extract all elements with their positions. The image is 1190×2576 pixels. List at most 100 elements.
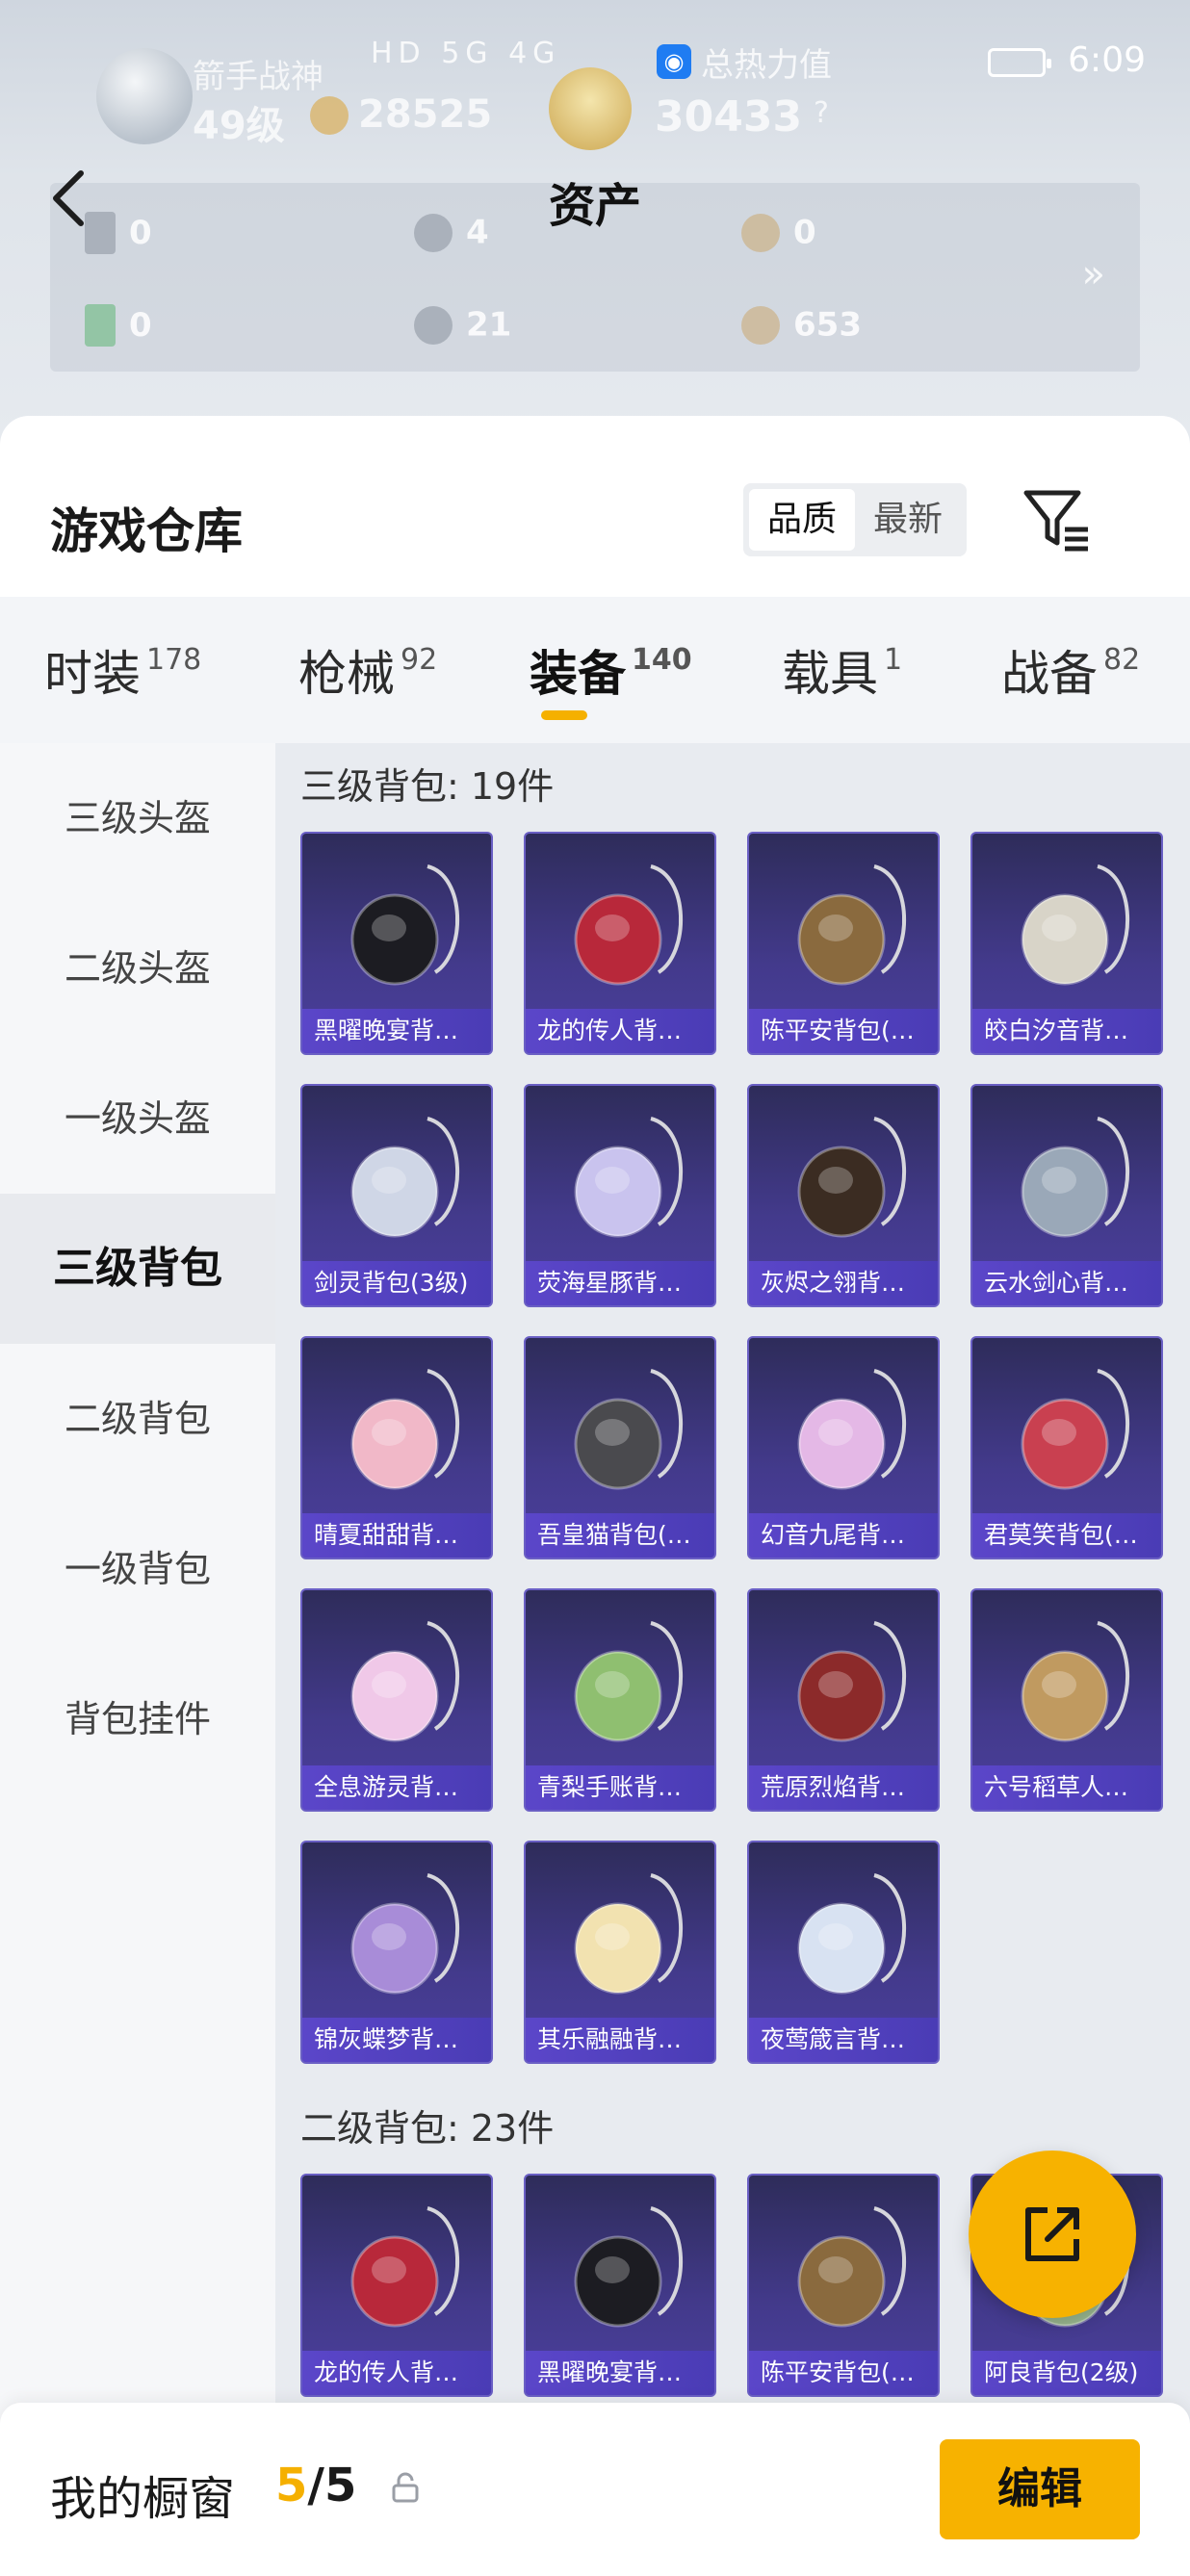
backpack-icon [1021, 1369, 1130, 1490]
sort-newest-button[interactable]: 最新 [855, 489, 961, 551]
title-bar: 资产 [0, 162, 1190, 239]
section-title: 二级背包: 23件 [300, 2107, 555, 2150]
top-background: 箭手战神 49级 28525 30433 ? 0 4 0 0 21 653 » … [0, 0, 1190, 443]
item-card[interactable]: 晴夏甜甜背包(3级) [300, 1336, 493, 1559]
player-level: 49级 [193, 104, 285, 148]
section-title: 三级背包: 19件 [300, 765, 555, 808]
backpack-icon [797, 1117, 907, 1238]
backpack-icon [797, 1369, 907, 1490]
item-card[interactable]: 黑曜晚宴背包(2级) [524, 2174, 716, 2397]
item-card[interactable]: 龙的传人背包(2级) [300, 2174, 493, 2397]
item-card[interactable]: 全息游灵背包(3级) [300, 1588, 493, 1812]
item-card[interactable]: 龙的传人背包(3级) [524, 832, 716, 1055]
filter-button[interactable] [1021, 483, 1094, 556]
tab-equipment[interactable]: 装备 140 [530, 635, 692, 705]
item-name: 荧海星豚背包(3级) [526, 1261, 714, 1305]
item-name: 云水剑心背包(3级) [972, 1261, 1161, 1305]
backpack-icon [574, 1873, 684, 1995]
item-name: 六号稻草人背包(3级) [972, 1765, 1161, 1810]
signal-icons: HD 5G 4G [371, 37, 561, 70]
backpack-icon [1021, 864, 1130, 986]
item-card[interactable]: 灰烬之翎背包(3级) [747, 1084, 940, 1307]
backpack-icon [574, 1369, 684, 1490]
item-card[interactable]: 六号稻草人背包(3级) [970, 1588, 1163, 1812]
item-card[interactable]: 锦灰蝶梦背包(3级) [300, 1841, 493, 2064]
backpack-icon [350, 1873, 460, 1995]
item-name: 吾皇猫背包(3级) [526, 1513, 714, 1558]
item-name: 荒原烈焰背包(3级) [749, 1765, 938, 1810]
share-icon [1025, 2207, 1079, 2261]
sort-quality-button[interactable]: 品质 [749, 489, 855, 551]
power-value: 30433 [655, 92, 803, 142]
item-card[interactable]: 荒原烈焰背包(3级) [747, 1588, 940, 1812]
item-name: 黑曜晚宴背包(3级) [302, 1009, 491, 1053]
sidebar-item-backpack-1[interactable]: 一级背包 [0, 1494, 275, 1644]
backpack-icon [797, 864, 907, 986]
item-card[interactable]: 荧海星豚背包(3级) [524, 1084, 716, 1307]
tab-fashion[interactable]: 时装 178 [44, 635, 201, 705]
status-bar: HD 5G 4G ◉ 总热力值 6:09 [0, 29, 1190, 87]
backpack-icon [574, 2206, 684, 2328]
backpack-icon [350, 1621, 460, 1742]
sidebar-item-helmet-2[interactable]: 二级头盔 [0, 893, 275, 1043]
tab-indicator [541, 710, 587, 720]
sidebar-item-backpack-charm[interactable]: 背包挂件 [0, 1644, 275, 1794]
page-title: 资产 [548, 179, 641, 233]
asset-item: 0 [85, 304, 152, 347]
sidebar-item-helmet-1[interactable]: 一级头盔 [0, 1043, 275, 1194]
sidebar-item-backpack-3[interactable]: 三级背包 [0, 1194, 275, 1344]
rank-points: 28525 [358, 92, 493, 137]
backpack-icon [574, 1621, 684, 1742]
sort-toggle: 品质 最新 [743, 483, 967, 556]
item-card[interactable]: 云水剑心背包(3级) [970, 1084, 1163, 1307]
assets-more-icon[interactable]: » [1082, 252, 1105, 296]
gold-coin-icon [741, 305, 780, 345]
asset-item: 21 [414, 304, 511, 345]
item-name: 灰烬之翎背包(3级) [749, 1261, 938, 1305]
tab-combat-gear[interactable]: 战备 82 [1001, 635, 1140, 705]
power-help-icon[interactable]: ? [814, 96, 829, 130]
item-name: 陈平安背包(2级) [749, 2351, 938, 2395]
backpack-icon [574, 864, 684, 986]
asset-item: 653 [741, 304, 862, 345]
item-name: 陈平安背包(3级) [749, 1009, 938, 1053]
bulb-icon: ◉ [657, 44, 691, 79]
backpack-icon [350, 1369, 460, 1490]
item-name: 龙的传人背包(3级) [526, 1009, 714, 1053]
item-name: 锦灰蝶梦背包(3级) [302, 2018, 491, 2062]
silver-coin-icon [414, 305, 453, 345]
backpack-icon [350, 2206, 460, 2328]
item-name: 君莫笑背包(3级) [972, 1513, 1161, 1558]
item-name: 青梨手账背包(3级) [526, 1765, 714, 1810]
edit-button[interactable]: 编辑 [940, 2439, 1140, 2539]
backpack-icon [574, 1117, 684, 1238]
backpack-icon [797, 1621, 907, 1742]
item-card[interactable]: 剑灵背包(3级) [300, 1084, 493, 1307]
item-name: 黑曜晚宴背包(2级) [526, 2351, 714, 2395]
item-card[interactable]: 陈平安背包(3级) [747, 832, 940, 1055]
backpack-icon [797, 2206, 907, 2328]
backpack-icon [350, 864, 460, 986]
green-card-icon [85, 304, 116, 347]
tab-vehicles[interactable]: 载具 1 [782, 635, 902, 705]
item-name: 夜莺箴言背包(3级) [749, 2018, 938, 2062]
tab-guns[interactable]: 枪械 92 [298, 635, 437, 705]
item-name: 幻音九尾背包(3级) [749, 1513, 938, 1558]
item-card[interactable]: 吾皇猫背包(3级) [524, 1336, 716, 1559]
item-card[interactable]: 黑曜晚宴背包(3级) [300, 832, 493, 1055]
item-card[interactable]: 皎白汐音背包(3级) [970, 832, 1163, 1055]
item-card[interactable]: 君莫笑背包(3级) [970, 1336, 1163, 1559]
item-card[interactable]: 幻音九尾背包(3级) [747, 1336, 940, 1559]
backpack-icon [1021, 1117, 1130, 1238]
item-card[interactable]: 青梨手账背包(3级) [524, 1588, 716, 1812]
item-card[interactable]: 其乐融融背包(3级) [524, 1841, 716, 2064]
filter-icon [1023, 490, 1088, 552]
sidebar-item-backpack-2[interactable]: 二级背包 [0, 1344, 275, 1494]
item-name: 全息游灵背包(3级) [302, 1765, 491, 1810]
battery-icon [988, 48, 1051, 77]
item-card[interactable]: 陈平安背包(2级) [747, 2174, 940, 2397]
item-card[interactable]: 夜莺箴言背包(3级) [747, 1841, 940, 2064]
share-button[interactable] [969, 2151, 1136, 2318]
item-name: 阿良背包(2级) [972, 2351, 1161, 2395]
sidebar-item-helmet-3[interactable]: 三级头盔 [0, 743, 275, 893]
